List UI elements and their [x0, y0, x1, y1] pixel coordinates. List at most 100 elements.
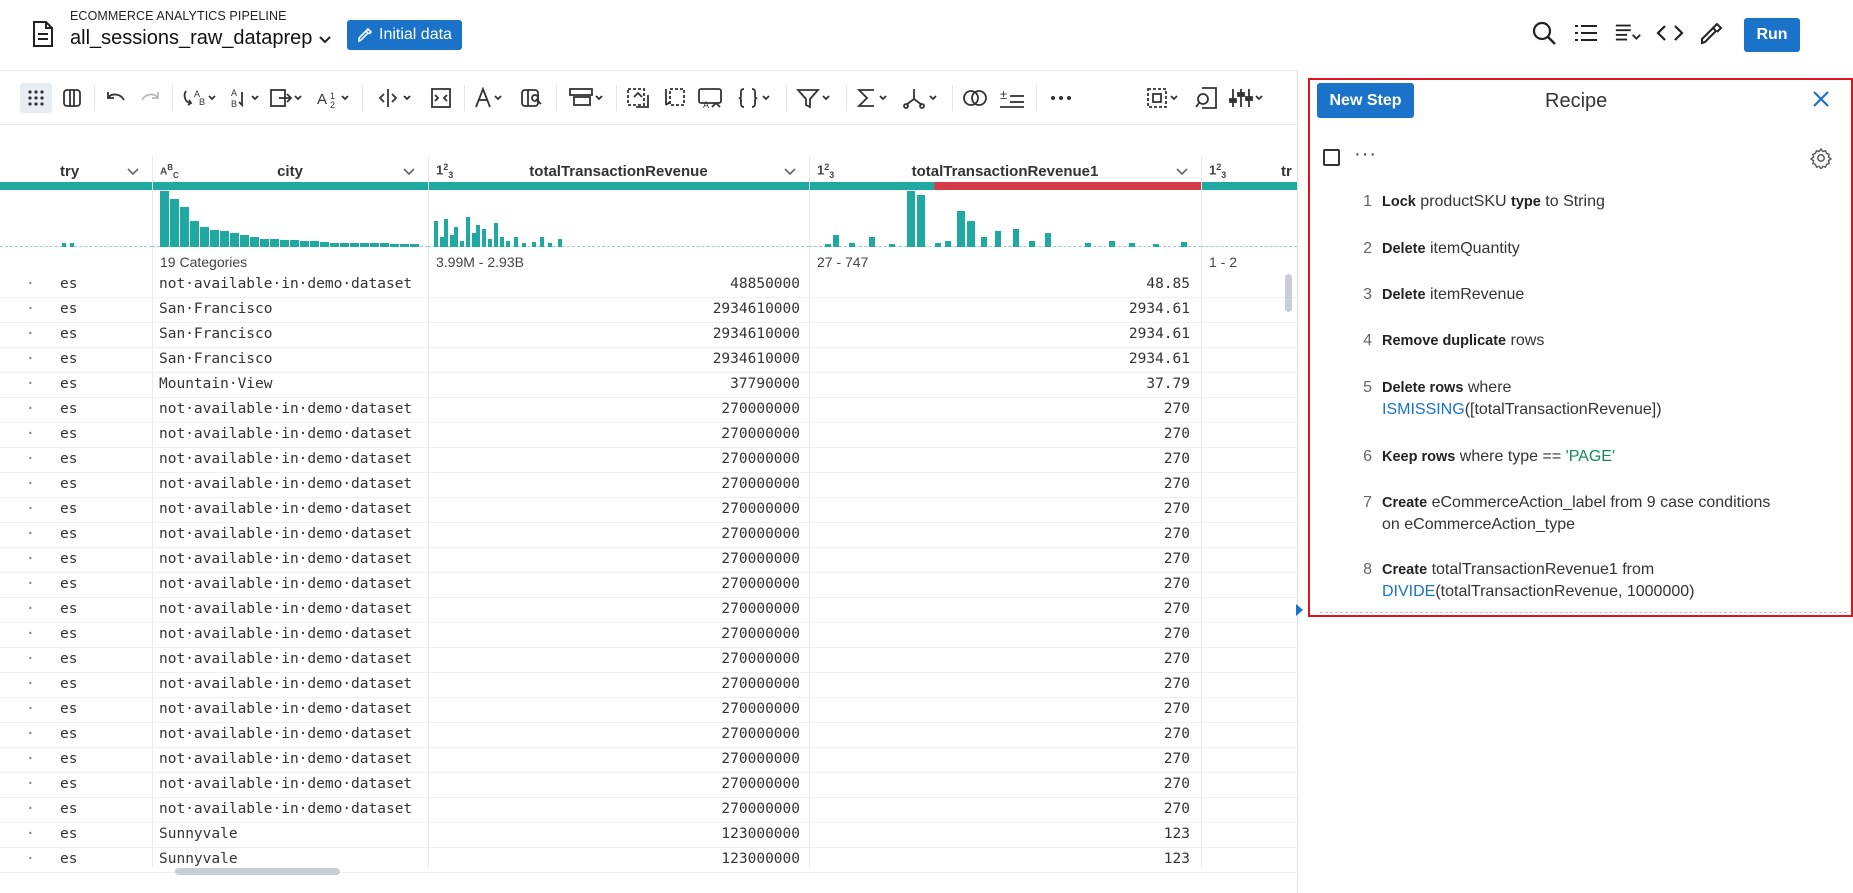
grid-view-icon[interactable]: [20, 83, 52, 113]
histogram-bar: [240, 235, 249, 247]
table-cell: not·available·in·demo·dataset: [159, 276, 413, 292]
table-cell: not·available·in·demo·dataset: [159, 776, 413, 792]
histogram-baseline: [0, 246, 152, 247]
step-number: 6: [1363, 448, 1372, 465]
select-all-checkbox[interactable]: [1323, 149, 1340, 166]
table-cell: 270: [1163, 776, 1190, 792]
table-cell: not·available·in·demo·dataset: [159, 576, 413, 592]
merge-icon[interactable]: [426, 83, 456, 113]
document-icon: [33, 21, 53, 47]
table-cell: es: [60, 301, 78, 317]
table-cell: 270: [1163, 676, 1190, 692]
format-icon[interactable]: [472, 83, 508, 113]
table-cell: es: [60, 501, 78, 517]
row-marker: ·: [26, 601, 35, 617]
chevron-down-icon[interactable]: [402, 164, 416, 178]
aggregate-icon[interactable]: [854, 83, 894, 113]
restructure-icon[interactable]: [566, 83, 608, 113]
histogram-bar: [482, 229, 486, 247]
table-cell: 37790000: [730, 376, 800, 392]
json-icon[interactable]: [734, 83, 776, 113]
rename-icon[interactable]: A12: [314, 83, 354, 113]
recipe-name-dropdown[interactable]: all_sessions_raw_dataprep: [70, 27, 332, 50]
gear-icon[interactable]: [1810, 147, 1832, 169]
table-cell: not·available·in·demo·dataset: [159, 601, 413, 617]
close-icon[interactable]: [1810, 88, 1832, 110]
filter-icon[interactable]: [794, 83, 838, 113]
nest-icon[interactable]: [624, 83, 654, 113]
histogram-bar: [917, 195, 925, 247]
table-cell: es: [60, 476, 78, 492]
step-function: DIVIDE: [1382, 583, 1436, 600]
more-options-icon[interactable]: ···: [1354, 143, 1377, 166]
histogram-bar: [889, 244, 895, 247]
horizontal-scrollbar[interactable]: [175, 868, 340, 875]
table-cell: 37.79: [1146, 376, 1190, 392]
lookup-icon[interactable]: [1192, 83, 1222, 113]
step-keyword: Keep rows: [1382, 449, 1456, 465]
pipeline-label: ECOMMERCE ANALYTICS PIPELINE: [70, 9, 287, 23]
step-number: 2: [1363, 240, 1372, 257]
table-cell: 270000000: [721, 526, 800, 542]
unnest-icon[interactable]: [660, 83, 690, 113]
table-cell: San·Francisco: [159, 351, 273, 367]
svg-text:A: A: [317, 91, 327, 108]
settings-sliders-icon[interactable]: [1228, 83, 1268, 113]
transform-toolbar: AB AB A12 A ±: [0, 70, 1297, 125]
table-cell: 270000000: [721, 801, 800, 817]
new-step-button[interactable]: New Step: [1317, 83, 1414, 118]
table-cell: 270: [1163, 726, 1190, 742]
change-type-icon[interactable]: AB: [180, 83, 218, 113]
table-cell: 270: [1163, 526, 1190, 542]
column-range-label: 1 - 2: [1209, 254, 1238, 270]
split-icon[interactable]: [372, 83, 416, 113]
vertical-scrollbar[interactable]: [1285, 274, 1292, 312]
histogram-bar: [220, 231, 229, 247]
table-row: · es not·available·in·demo·dataset 27000000…: [0, 573, 1297, 598]
table-cell: 270: [1163, 451, 1190, 467]
column-details-icon[interactable]: [1614, 18, 1642, 48]
table-cell: not·available·in·demo·dataset: [159, 451, 413, 467]
undo-icon[interactable]: [102, 83, 130, 113]
histogram-bar: [945, 241, 951, 247]
union-icon[interactable]: [960, 83, 990, 113]
table-row: · es not·available·in·demo·dataset 27000000…: [0, 598, 1297, 623]
extract-icon[interactable]: A: [696, 83, 726, 113]
table-cell: not·available·in·demo·dataset: [159, 526, 413, 542]
histogram-bar: [1085, 243, 1091, 247]
initial-data-button[interactable]: Initial data: [347, 20, 462, 50]
table-row: · es not·available·in·demo·dataset 27000000…: [0, 473, 1297, 498]
new-formula-icon[interactable]: ±: [996, 83, 1028, 113]
step-keyword: type: [1511, 194, 1541, 210]
row-marker: ·: [26, 826, 35, 842]
code-icon[interactable]: [1656, 18, 1684, 48]
join-icon[interactable]: [900, 83, 944, 113]
more-icon[interactable]: [1046, 83, 1076, 113]
column-histogram: [0, 193, 152, 251]
table-cell: 270: [1163, 701, 1190, 717]
table-cell: 123000000: [721, 851, 800, 867]
list-icon[interactable]: [1572, 18, 1600, 48]
table-cell: 270000000: [721, 676, 800, 692]
select-icon[interactable]: [1144, 83, 1184, 113]
histogram-bar: [260, 239, 269, 247]
chevron-down-icon[interactable]: [126, 164, 140, 178]
chevron-down-icon[interactable]: [1175, 164, 1189, 178]
eyedropper-icon[interactable]: [1698, 18, 1726, 48]
svg-text:A: A: [703, 100, 709, 109]
row-marker: ·: [26, 451, 35, 467]
table-row: · es San·Francisco 2934610000 2934.61: [0, 298, 1297, 323]
sort-icon[interactable]: AB: [228, 83, 262, 113]
table-cell: San·Francisco: [159, 326, 273, 342]
histogram-bar: [981, 237, 987, 247]
columns-view-icon[interactable]: [58, 83, 86, 113]
table-row: · es not·available·in·demo·dataset 27000000…: [0, 798, 1297, 823]
replace-icon[interactable]: [518, 83, 548, 113]
histogram-bar: [270, 239, 279, 247]
run-button[interactable]: Run: [1744, 18, 1800, 52]
redo-icon[interactable]: [136, 83, 164, 113]
table-cell: not·available·in·demo·dataset: [159, 726, 413, 742]
search-icon[interactable]: [1530, 18, 1558, 48]
move-icon[interactable]: [268, 83, 304, 113]
chevron-down-icon[interactable]: [783, 164, 797, 178]
